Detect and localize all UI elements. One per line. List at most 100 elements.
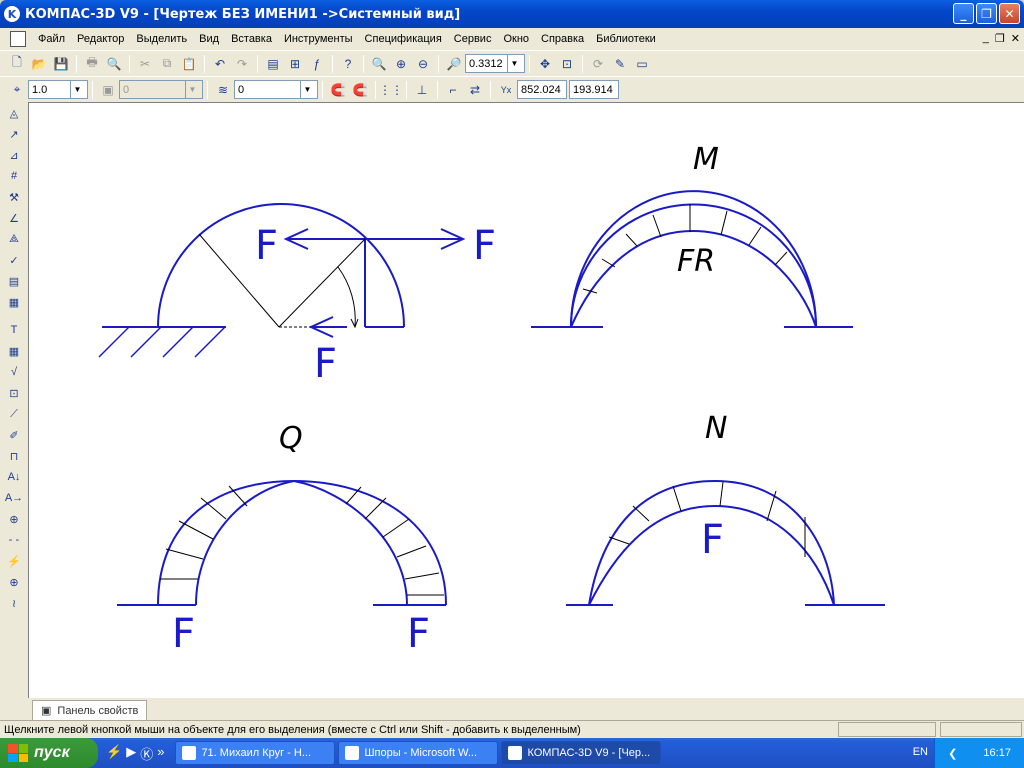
section-icon[interactable]: A↓ <box>2 467 26 487</box>
roughness-icon[interactable]: √ <box>2 362 26 382</box>
pan-icon[interactable]: ✥ <box>535 54 555 74</box>
wave-line-icon[interactable]: ≀ <box>2 593 26 613</box>
winamp-icon[interactable]: ⚡ <box>106 744 122 763</box>
tolerance-icon[interactable]: ⊓ <box>2 446 26 466</box>
break-icon[interactable]: ⚡ <box>2 551 26 571</box>
kompas-icon[interactable]: Ⓚ <box>140 744 153 763</box>
step-field[interactable]: 1.0 ▼ <box>28 80 88 99</box>
task-word[interactable]: Шпоры - Microsoft W... <box>338 741 499 765</box>
snap-toggle-icon[interactable]: ⇄ <box>465 80 485 100</box>
state-icon[interactable]: ▣ <box>98 80 118 100</box>
step-icon[interactable]: ⌖ <box>7 80 27 100</box>
shear-diagram[interactable] <box>117 479 447 606</box>
cut-icon[interactable]: ✂ <box>135 54 155 74</box>
snap-local-icon[interactable]: 🧲 <box>350 80 370 100</box>
menu-view[interactable]: Вид <box>193 33 225 45</box>
language-indicator[interactable]: EN <box>913 746 928 758</box>
magic-icon[interactable]: ✎ <box>610 54 630 74</box>
menu-help[interactable]: Справка <box>535 33 590 45</box>
text-icon[interactable]: T <box>2 320 26 340</box>
base-icon[interactable]: ⊡ <box>2 383 26 403</box>
document-icon[interactable] <box>10 31 26 47</box>
task-winamp[interactable]: 71. Михаил Круг - Н... <box>175 741 336 765</box>
task-kompas[interactable]: КОМПАС-3D V9 - [Чер... <box>501 741 662 765</box>
chevron-down-icon[interactable]: ▼ <box>185 81 199 98</box>
paste-icon[interactable]: 📋 <box>179 54 199 74</box>
zoom-in-icon[interactable]: ⊕ <box>391 54 411 74</box>
menu-specification[interactable]: Спецификация <box>359 33 448 45</box>
associative-views-icon[interactable]: ✓ <box>2 250 26 270</box>
print-preview-icon[interactable]: 🔍 <box>104 54 124 74</box>
mdi-restore-icon[interactable]: ❐ <box>995 32 1005 45</box>
designations-icon[interactable]: ⊿ <box>2 145 26 165</box>
zoom-field[interactable]: 0.3312 ▼ <box>465 54 525 73</box>
mdi-close-icon[interactable]: ✕ <box>1011 32 1020 45</box>
restore-button[interactable]: ❐ <box>976 3 997 24</box>
axis-line-icon[interactable]: - - <box>2 530 26 550</box>
select-icon[interactable]: ⟁ <box>2 229 26 249</box>
state-field[interactable]: 0 ▼ <box>119 80 203 99</box>
editing-icon[interactable]: # <box>2 166 26 186</box>
coord-x-field[interactable]: 852.024 <box>517 80 567 99</box>
coord-y-field[interactable]: 193.914 <box>569 80 619 99</box>
view-arrow-icon[interactable]: A→ <box>2 488 26 508</box>
chevron-right-icon[interactable]: » <box>157 744 164 763</box>
menu-file[interactable]: Файл <box>32 33 71 45</box>
tree-icon[interactable]: ⊞ <box>285 54 305 74</box>
layers-icon[interactable]: ≋ <box>213 80 233 100</box>
zoom-out-icon[interactable]: ⊖ <box>413 54 433 74</box>
arch-scheme-force[interactable] <box>102 203 466 338</box>
menu-window[interactable]: Окно <box>497 33 535 45</box>
open-folder-icon[interactable]: 📂 <box>29 54 49 74</box>
start-button[interactable]: пуск <box>0 738 98 768</box>
grid-icon[interactable]: ⋮⋮ <box>379 80 403 100</box>
zoom-scale-icon[interactable]: 🔎 <box>444 54 464 74</box>
save-icon[interactable]: 💾 <box>51 54 71 74</box>
dimensions-icon[interactable]: ↗ <box>2 124 26 144</box>
marking-icon[interactable]: ⊕ <box>2 509 26 529</box>
menu-insert[interactable]: Вставка <box>225 33 278 45</box>
new-document-icon[interactable]: 🗋 <box>7 54 27 74</box>
mdi-minimize-icon[interactable]: _ <box>983 32 989 45</box>
menu-select[interactable]: Выделить <box>130 33 193 45</box>
chevron-down-icon[interactable]: ▼ <box>70 81 84 98</box>
normal-force-diagram[interactable] <box>566 479 885 606</box>
zoom-fit-icon[interactable]: ⊡ <box>557 54 577 74</box>
ortho-icon[interactable]: ⌐ <box>443 80 463 100</box>
kompas-app-icon[interactable]: K <box>4 6 20 22</box>
chevron-down-icon[interactable]: ▼ <box>300 81 314 98</box>
tray-arrow-icon[interactable]: ❮ <box>948 747 957 760</box>
chevron-down-icon[interactable]: ▼ <box>507 55 521 72</box>
properties-panel-tab[interactable]: ▣ Панель свойств <box>32 700 148 720</box>
geometry-icon[interactable]: ◬ <box>2 103 26 123</box>
position-icon[interactable]: ✐ <box>2 425 26 445</box>
menu-tools[interactable]: Инструменты <box>278 33 359 45</box>
display-icon[interactable]: ▭ <box>632 54 652 74</box>
help-pointer-icon[interactable]: ? <box>338 54 358 74</box>
regenerate-icon[interactable]: ⟳ <box>588 54 608 74</box>
parametrization-icon[interactable]: ⚒ <box>2 187 26 207</box>
print-icon[interactable]: 🖶 <box>82 54 102 74</box>
undo-icon[interactable]: ↶ <box>210 54 230 74</box>
layer-field[interactable]: 0 ▼ <box>234 80 318 99</box>
drawing-svg[interactable]: F F F F F F M FR Q N <box>29 103 1024 699</box>
table-icon[interactable]: ▦ <box>2 341 26 361</box>
close-button[interactable]: ✕ <box>999 3 1020 24</box>
menu-editor[interactable]: Редактор <box>71 33 130 45</box>
center-mark-icon[interactable]: ⊕ <box>2 572 26 592</box>
variables-icon[interactable]: ƒ <box>307 54 327 74</box>
minimize-button[interactable]: _ <box>953 3 974 24</box>
menu-libraries[interactable]: Библиотеки <box>590 33 662 45</box>
measure-icon[interactable]: ∠ <box>2 208 26 228</box>
zoom-window-icon[interactable]: 🔍 <box>369 54 389 74</box>
media-player-icon[interactable]: ▶ <box>126 744 136 763</box>
snap-magnet-icon[interactable]: 🧲 <box>328 80 348 100</box>
menu-service[interactable]: Сервис <box>448 33 498 45</box>
local-cs-icon[interactable]: ⊥ <box>412 80 432 100</box>
copy-icon[interactable]: ⧉ <box>157 54 177 74</box>
redo-icon[interactable]: ↷ <box>232 54 252 74</box>
leader-icon[interactable]: ⟋ <box>2 404 26 424</box>
spec-icon[interactable]: ▤ <box>2 271 26 291</box>
drawing-canvas[interactable]: F F F F F F M FR Q N <box>28 102 1024 698</box>
manager-icon[interactable]: ▤ <box>263 54 283 74</box>
